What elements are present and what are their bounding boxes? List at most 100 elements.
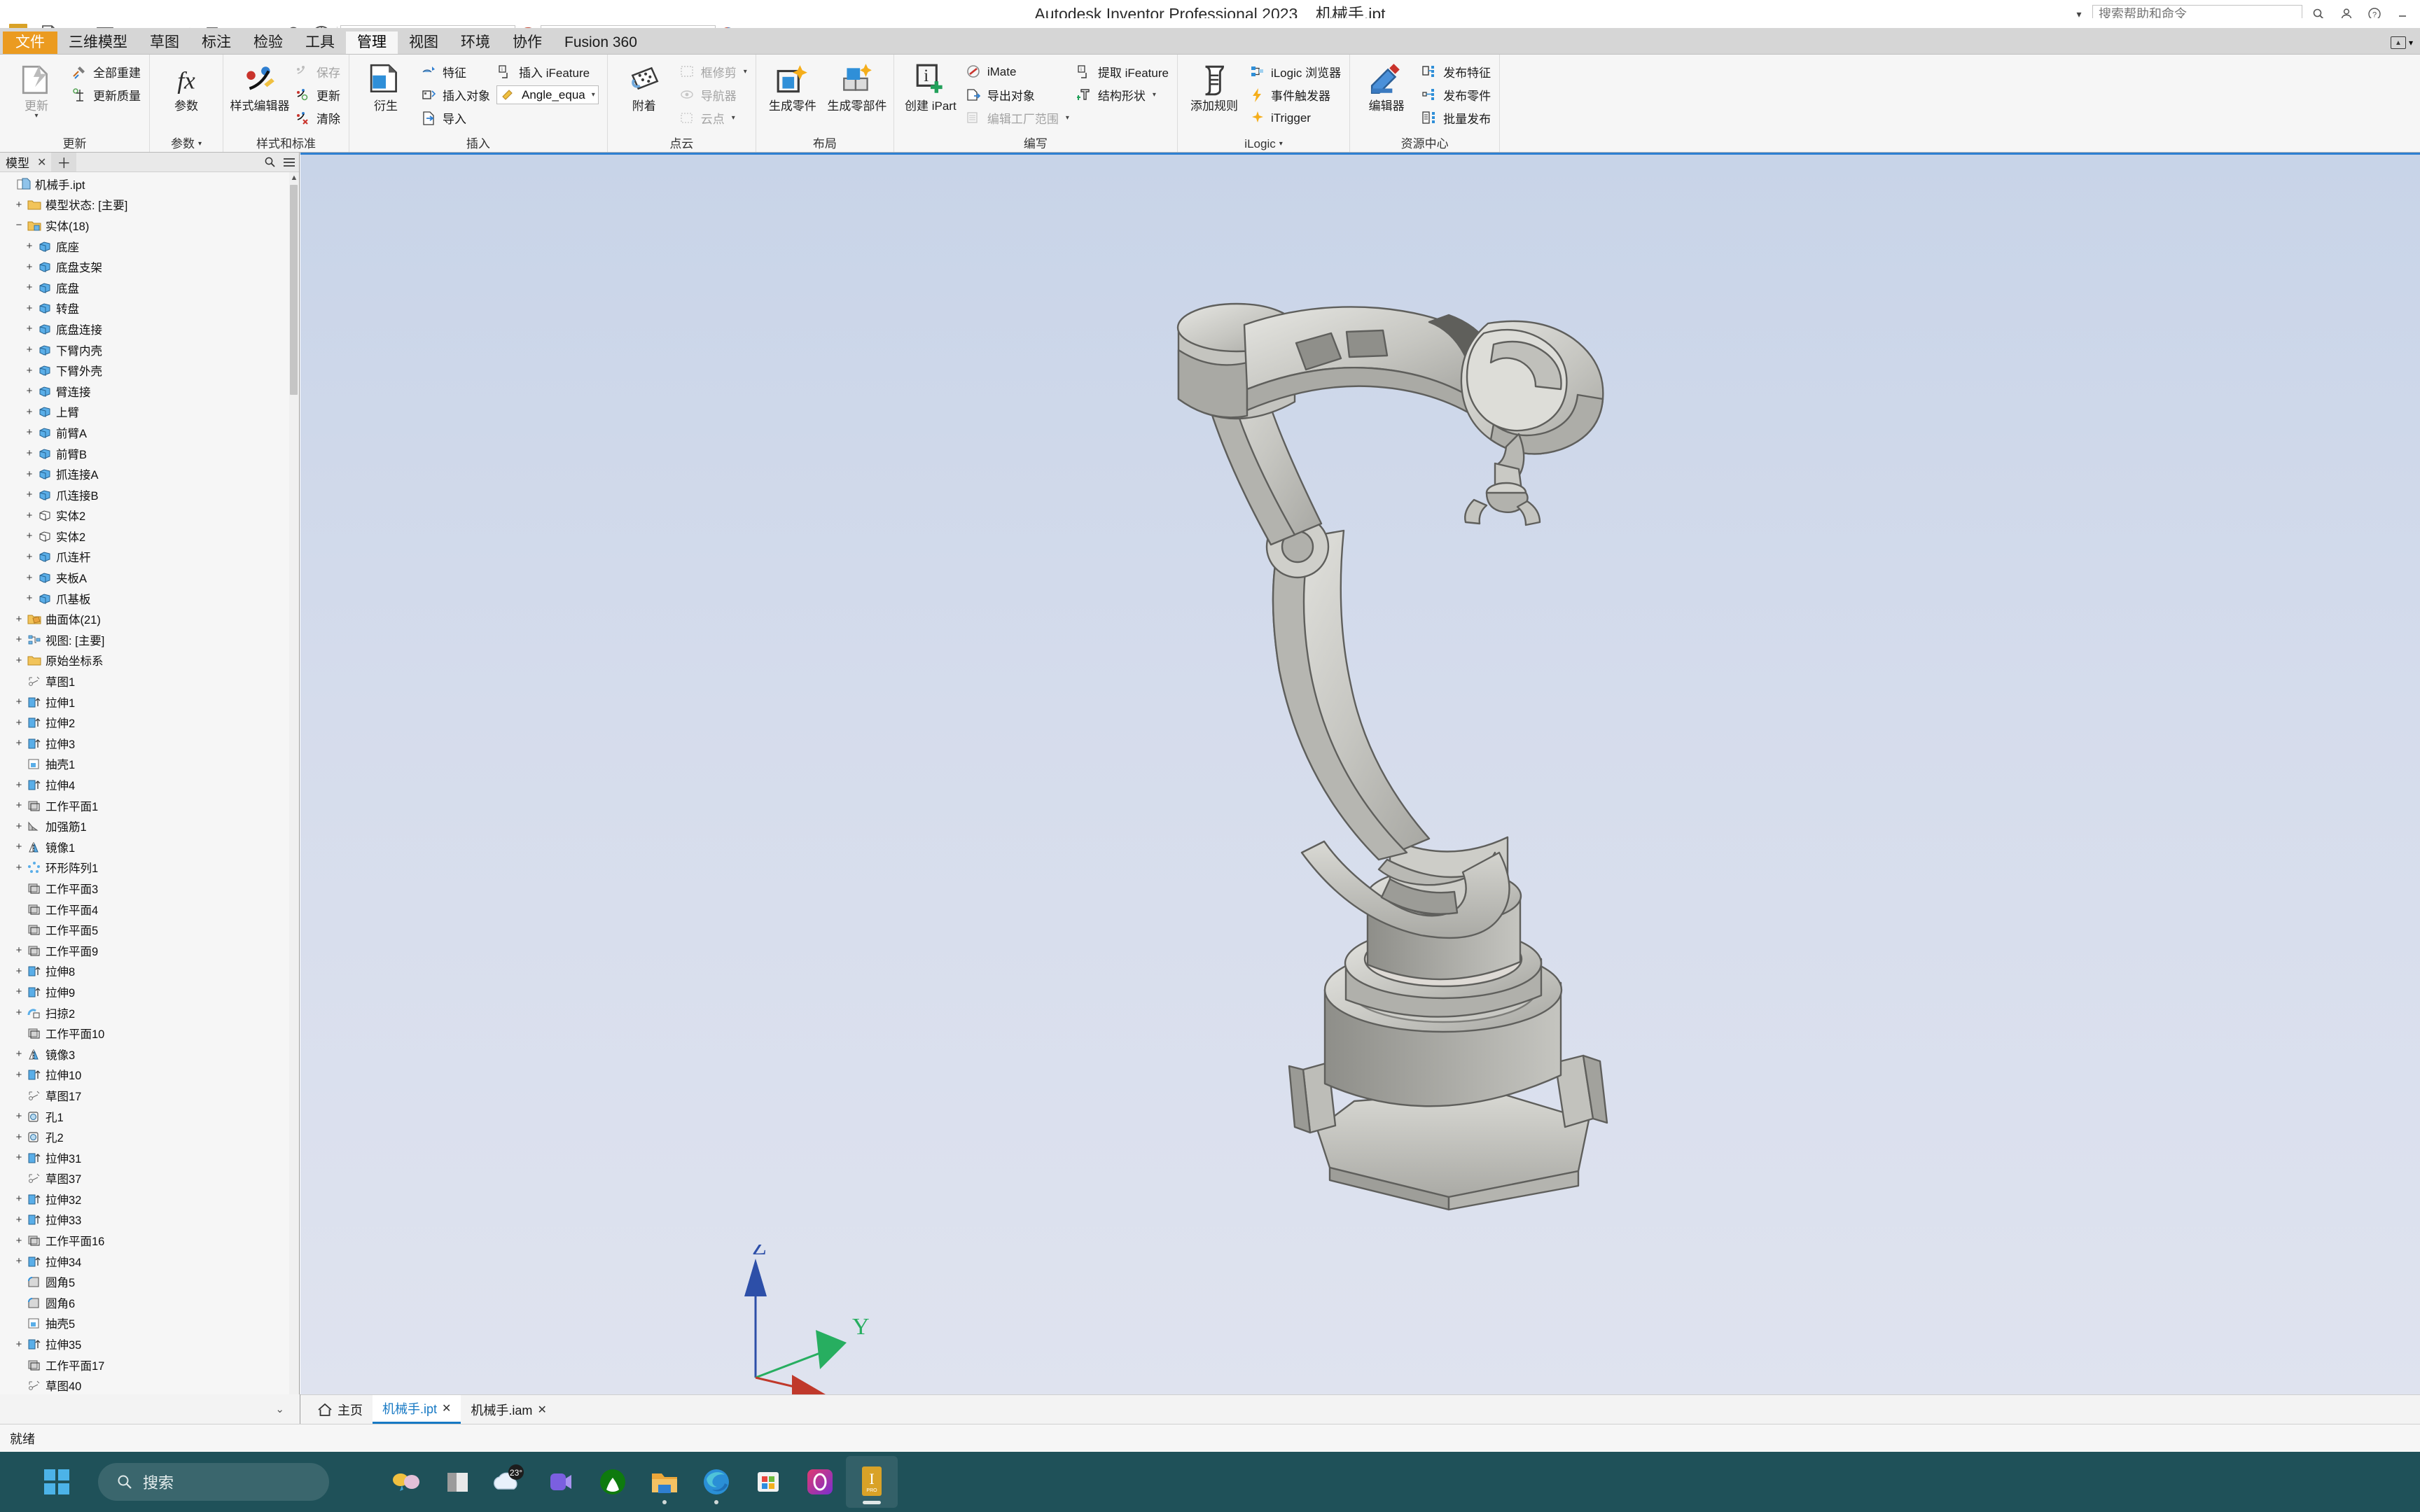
tree-expander[interactable]: − [12, 219, 26, 231]
document-tab-1[interactable]: 机械手.iam ✕ [461, 1395, 556, 1424]
tree-expander[interactable]: + [12, 1338, 26, 1350]
tree-expander[interactable]: + [12, 1110, 26, 1122]
store-icon[interactable] [742, 1456, 794, 1508]
tree-item[interactable]: + 模型状态: [主要] [0, 195, 299, 216]
chevron-down-icon[interactable]: ⌄ [275, 1403, 294, 1415]
tree-item[interactable]: + 拉伸2 [0, 712, 299, 733]
tree-item[interactable]: + 底盘 [0, 277, 299, 298]
tree-expander[interactable]: + [22, 344, 36, 356]
ribbon-button-更新[interactable]: 更新 ▾ [4, 59, 69, 120]
tree-expander[interactable]: + [22, 281, 36, 293]
ribbon-tab-1[interactable]: 三维模型 [57, 31, 139, 54]
search-icon[interactable] [260, 156, 279, 168]
close-icon[interactable]: ✕ [442, 1401, 451, 1415]
tree-expander[interactable]: + [22, 365, 36, 377]
tree-item[interactable]: + 下臂外壳 [0, 360, 299, 381]
xbox-icon[interactable] [587, 1456, 639, 1508]
tree-item[interactable]: 工作平面17 [0, 1354, 299, 1376]
tree-expander[interactable]: + [12, 737, 26, 749]
chevron-down-icon[interactable]: ▾ [592, 91, 595, 99]
ribbon-button-Angle_equa[interactable]: Angle_equa ▾ [494, 83, 603, 106]
tree-item[interactable]: + 拉伸34 [0, 1251, 299, 1272]
file-explorer-icon[interactable] [431, 1456, 483, 1508]
tree-item[interactable]: + 孔2 [0, 1126, 299, 1147]
ribbon-button-特征[interactable]: 特征 [418, 60, 494, 83]
ribbon-button-编辑器[interactable]: 编辑器 [1354, 59, 1419, 113]
tree-expander[interactable]: + [12, 1152, 26, 1163]
tree-item[interactable]: 工作平面4 [0, 899, 299, 920]
tree-expander[interactable]: + [12, 634, 26, 645]
chevron-down-icon[interactable]: ▾ [732, 114, 735, 122]
ribbon-button-附着[interactable]: 附着 [612, 59, 676, 113]
ribbon-button-更新[interactable]: 更新 [292, 83, 345, 106]
tree-item[interactable]: + 前臂B [0, 443, 299, 464]
tree-expander[interactable]: + [22, 489, 36, 500]
tree-item[interactable]: + 上臂 [0, 402, 299, 423]
ribbon-button-添加规则[interactable]: 添加规则 [1182, 59, 1246, 113]
ribbon-tab-3[interactable]: 标注 [190, 31, 242, 54]
tree-item[interactable]: 草图40 [0, 1375, 299, 1396]
tree-item[interactable]: + 抓连接A [0, 463, 299, 484]
3d-viewport[interactable]: Z Y X [300, 153, 2420, 1394]
tree-item[interactable]: + 孔1 [0, 1106, 299, 1127]
tree-expander[interactable]: + [22, 447, 36, 459]
tree-item[interactable]: + 夹板A [0, 567, 299, 588]
ribbon-button-样式编辑器[interactable]: 样式编辑器 [228, 59, 292, 113]
tree-item[interactable]: + 原始坐标系 [0, 650, 299, 671]
tree-item[interactable]: + 加强筋1 [0, 816, 299, 836]
tree-expander[interactable]: + [22, 530, 36, 542]
ribbon-button-iTrigger[interactable]: iTrigger [1246, 106, 1345, 130]
chevron-down-icon[interactable]: ▾ [744, 68, 747, 76]
ribbon-tab-4[interactable]: 检验 [242, 31, 294, 54]
tree-expander[interactable]: + [12, 696, 26, 708]
tree-expander[interactable]: + [12, 799, 26, 811]
ribbon-button-事件触发器[interactable]: 事件触发器 [1246, 83, 1345, 106]
ribbon-button-发布零件[interactable]: 发布零件 [1419, 83, 1495, 106]
tree-item[interactable]: + 底座 [0, 236, 299, 257]
edge-icon[interactable] [690, 1456, 742, 1508]
ribbon-panel-title[interactable]: 资源中心 [1354, 136, 1495, 152]
tree-item[interactable]: + 爪基板 [0, 588, 299, 609]
tree-item[interactable]: + 拉伸31 [0, 1147, 299, 1168]
tree-expander[interactable]: + [12, 1193, 26, 1205]
tree-expander[interactable]: + [12, 965, 26, 977]
ribbon-button-iLogic 浏览器[interactable]: iLogic 浏览器 [1246, 60, 1345, 83]
inventor-icon[interactable]: I PRO [846, 1456, 898, 1508]
tree-item[interactable]: 草图37 [0, 1168, 299, 1189]
tree-expander[interactable]: + [12, 986, 26, 997]
ribbon-minimize-control[interactable]: ▲ ▾ [2390, 31, 2413, 54]
tree-item[interactable]: + 底盘支架 [0, 256, 299, 277]
copilot-icon[interactable] [380, 1456, 431, 1508]
tree-expander[interactable]: + [12, 820, 26, 832]
tree-expander[interactable]: + [22, 468, 36, 480]
ribbon-button-导入[interactable]: 导入 [418, 106, 494, 130]
ribbon-button-创建 iPart[interactable]: i 创建 iPart [898, 59, 963, 113]
tree-item[interactable]: + 工作平面1 [0, 795, 299, 816]
plus-icon[interactable]: ＋ [51, 153, 77, 172]
tree-expander[interactable]: + [22, 510, 36, 522]
ribbon-panel-title[interactable]: 点云 [612, 136, 751, 152]
tree-item[interactable]: + 底盘连接 [0, 318, 299, 340]
ribbon-tab-10[interactable]: Fusion 360 [553, 31, 648, 54]
tree-item[interactable]: + 拉伸8 [0, 961, 299, 982]
ifeature-combo[interactable]: Angle_equa ▾ [496, 85, 599, 104]
tree-item[interactable]: + 下臂内壳 [0, 340, 299, 360]
ribbon-panel-title[interactable]: 更新 [4, 136, 145, 152]
ribbon-button-导航器[interactable]: 导航器 [676, 83, 751, 106]
tree-item[interactable]: + 实体2 [0, 505, 299, 526]
ribbon-button-结构形状[interactable]: 结构形状 ▾ [1073, 83, 1173, 106]
tree-expander[interactable]: + [12, 779, 26, 791]
chevron-down-icon[interactable]: ▾ [1153, 91, 1156, 99]
ribbon-button-编辑工厂范围[interactable]: 编辑工厂范围 ▾ [963, 106, 1073, 130]
tree-expander[interactable]: + [22, 551, 36, 563]
ribbon-tab-7[interactable]: 视图 [398, 31, 450, 54]
tree-expander[interactable]: + [22, 406, 36, 418]
tree-expander[interactable]: + [12, 1048, 26, 1060]
tree-item[interactable]: + 爪连接B [0, 484, 299, 505]
hamburger-menu-icon[interactable] [279, 158, 299, 167]
tree-expander[interactable]: + [12, 1214, 26, 1226]
ribbon-panel-title[interactable]: 编写 [898, 136, 1173, 152]
chevron-up-icon[interactable]: ▲ [289, 172, 299, 183]
ribbon-panel-title[interactable]: 插入 [354, 136, 603, 152]
ribbon-tab-2[interactable]: 草图 [139, 31, 190, 54]
